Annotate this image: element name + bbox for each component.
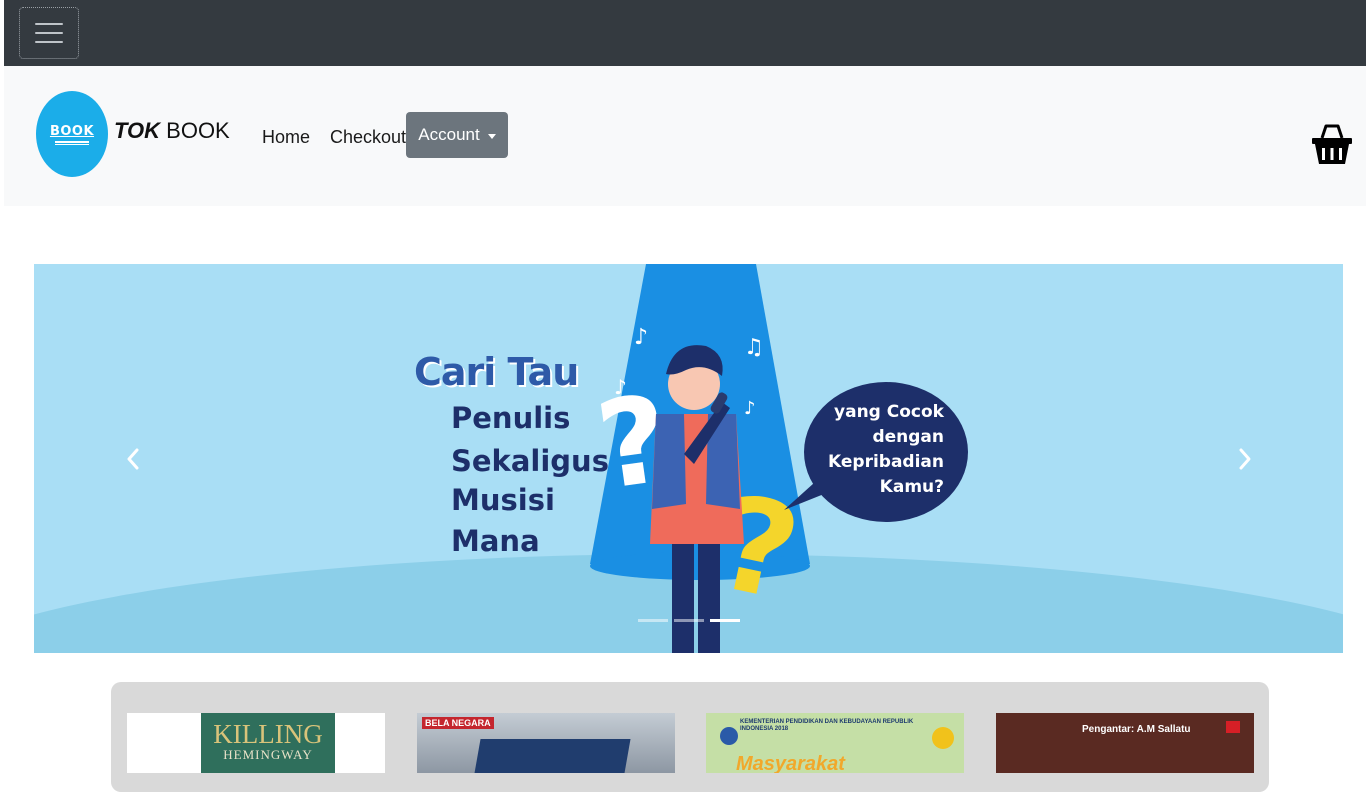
svg-text:♪: ♪: [744, 398, 756, 419]
logo-text: BOOK: [49, 123, 95, 139]
banner-title: Cari Tau: [414, 350, 579, 394]
chevron-left-icon[interactable]: [118, 444, 148, 474]
carousel-indicator-active[interactable]: [710, 619, 740, 622]
book-cover-header: KEMENTERIAN PENDIDIKAN DAN KEBUDAYAAN RE…: [740, 719, 914, 732]
book-cover-subtitle: HEMINGWAY: [223, 747, 313, 762]
svg-text:♪: ♪: [634, 325, 648, 350]
brand-rest: BOOK: [160, 118, 230, 143]
book-icon: [55, 140, 89, 145]
book-card[interactable]: Pengantar: A.M Sallatu: [996, 713, 1254, 773]
book-card[interactable]: KILLING HEMINGWAY: [127, 713, 385, 773]
menu-bar: [35, 23, 63, 25]
chevron-right-icon[interactable]: [1230, 444, 1260, 474]
banner-line: Mana: [451, 524, 540, 558]
bubble-line: Kepribadian: [828, 452, 944, 472]
bubble-line: Kamu?: [879, 477, 944, 497]
navbar: BOOK TOK BOOK Home Checkout Account: [4, 66, 1366, 206]
banner-line: Musisi: [451, 483, 555, 517]
brand-bold: TOK: [114, 118, 161, 143]
nav-link-checkout[interactable]: Checkout: [330, 127, 406, 148]
account-dropdown-button[interactable]: Account: [406, 112, 508, 158]
publisher-logo-icon: [1226, 721, 1240, 733]
menu-bar: [35, 41, 63, 43]
top-bar: [4, 0, 1366, 66]
shopping-basket-icon[interactable]: [1310, 122, 1354, 168]
book-cover-title: KILLING: [213, 719, 323, 749]
book-cover-tag: BELA NEGARA: [422, 717, 494, 729]
carousel-indicator[interactable]: [674, 619, 704, 622]
brand-name[interactable]: TOK BOOK: [114, 118, 230, 144]
nav-link-home[interactable]: Home: [262, 127, 310, 148]
book-cover: KILLING HEMINGWAY: [201, 713, 335, 773]
svg-text:♫: ♫: [744, 335, 764, 360]
book-cover-title: Masyarakat: [736, 753, 845, 773]
svg-text:♪: ♪: [614, 375, 627, 399]
logo[interactable]: BOOK: [36, 91, 108, 177]
book-card[interactable]: KEMENTERIAN PENDIDIKAN DAN KEBUDAYAAN RE…: [706, 713, 964, 773]
caret-down-icon: [487, 133, 496, 139]
book-cover-header: Pengantar: A.M Sallatu: [1082, 724, 1191, 735]
bubble-line: dengan: [872, 427, 944, 447]
account-label: Account: [418, 125, 480, 144]
speech-bubble-text: yang Cocok dengan Kepribadian Kamu?: [814, 400, 944, 500]
banner-line: Penulis: [451, 401, 571, 435]
carousel-indicator[interactable]: [638, 619, 668, 622]
bubble-line: yang Cocok: [834, 402, 944, 422]
hamburger-menu-icon[interactable]: [19, 7, 79, 59]
carousel-indicators: [638, 619, 740, 622]
menu-bar: [35, 32, 63, 34]
book-card[interactable]: BELA NEGARA: [417, 713, 675, 773]
banner-line: Sekaligus: [451, 444, 609, 478]
promo-carousel[interactable]: Cari Tau Penulis Sekaligus Musisi Mana ?…: [34, 264, 1343, 653]
badge-logo-icon: [932, 727, 954, 749]
